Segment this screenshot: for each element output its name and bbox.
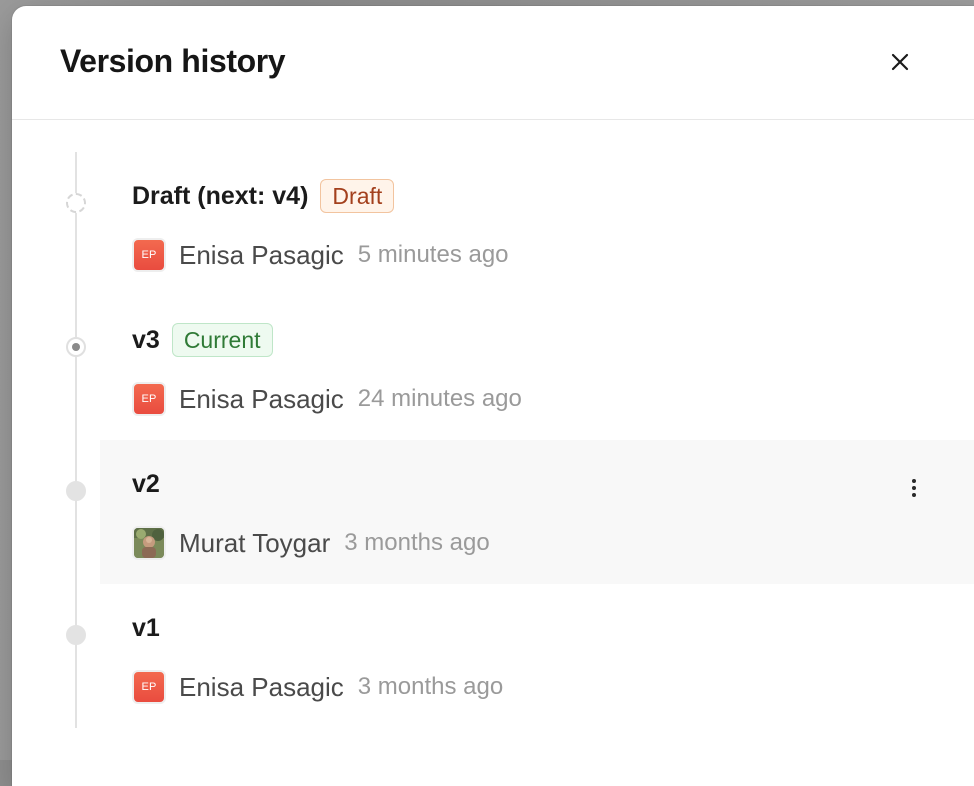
dialog-header: Version history — [12, 6, 974, 120]
timestamp: 3 months ago — [358, 673, 503, 701]
version-name: v2 — [132, 470, 160, 499]
avatar: EP — [132, 382, 166, 416]
avatar: EP — [132, 238, 166, 272]
version-title-line: Draft (next: v4) Draft — [132, 179, 394, 213]
dialog-title: Version history — [60, 43, 285, 80]
version-author-line: EP Enisa Pasagic 3 months ago — [132, 668, 503, 706]
version-row-v2[interactable]: v2 Murat Toygar 3 months ago — [100, 440, 974, 584]
avatar-photo-icon — [134, 528, 164, 558]
timestamp: 3 months ago — [344, 529, 489, 557]
version-name: v3 — [132, 326, 160, 355]
version-author-line: Murat Toygar 3 months ago — [132, 524, 490, 562]
version-title-line: v2 — [132, 467, 160, 501]
version-title-line: v3 Current — [132, 323, 273, 357]
timestamp: 5 minutes ago — [358, 241, 509, 269]
author-name: Enisa Pasagic — [179, 384, 344, 415]
author-name: Enisa Pasagic — [179, 672, 344, 703]
author-name: Enisa Pasagic — [179, 240, 344, 271]
timeline-marker-current — [66, 337, 86, 357]
timeline-marker-draft — [66, 193, 86, 213]
version-row-v3[interactable]: v3 Current EP Enisa Pasagic 24 minutes a… — [100, 296, 974, 440]
version-title-line: v1 — [132, 611, 160, 645]
version-row-draft[interactable]: Draft (next: v4) Draft EP Enisa Pasagic … — [100, 152, 974, 296]
version-author-line: EP Enisa Pasagic 24 minutes ago — [132, 380, 522, 418]
close-icon — [889, 51, 911, 73]
close-button[interactable] — [884, 46, 916, 78]
avatar — [132, 526, 166, 560]
avatar: EP — [132, 670, 166, 704]
author-name: Murat Toygar — [179, 528, 330, 559]
version-name: v1 — [132, 614, 160, 643]
draft-badge: Draft — [320, 179, 394, 213]
timeline-marker — [66, 481, 86, 501]
version-history-dialog: Version history Draft (next: v4) Draft E… — [12, 6, 974, 786]
timeline-marker — [66, 625, 86, 645]
current-badge: Current — [172, 323, 273, 357]
more-options-button[interactable] — [902, 476, 926, 500]
version-row-v1[interactable]: v1 EP Enisa Pasagic 3 months ago — [100, 584, 974, 728]
version-author-line: EP Enisa Pasagic 5 minutes ago — [132, 236, 509, 274]
version-name: Draft (next: v4) — [132, 182, 308, 211]
more-vertical-icon — [911, 478, 917, 498]
timestamp: 24 minutes ago — [358, 385, 522, 413]
